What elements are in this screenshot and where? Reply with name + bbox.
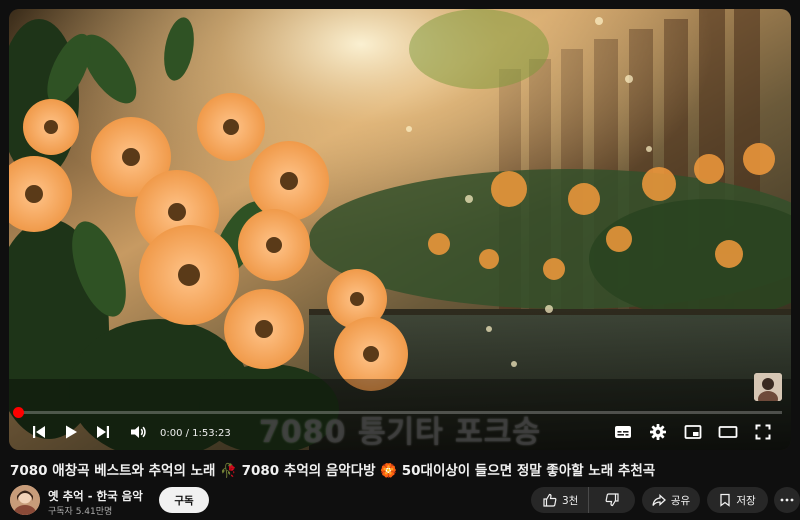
thumbs-down-icon <box>605 493 619 507</box>
dislike-button[interactable] <box>589 487 635 513</box>
subtitles-icon[interactable] <box>611 420 635 444</box>
like-button[interactable]: 3천 <box>531 487 590 513</box>
channel-watermark[interactable] <box>754 373 782 401</box>
play-icon[interactable] <box>59 420 83 444</box>
subscribe-button[interactable]: 구독 <box>159 487 209 513</box>
video-frame <box>9 9 791 450</box>
volume-icon[interactable] <box>126 420 150 444</box>
save-label: 저장 <box>736 494 756 507</box>
subscriber-count: 구독자 5.41만명 <box>48 507 113 517</box>
share-icon <box>652 494 666 506</box>
channel-row: 옛 추억 - 한국 음악 구독자 5.41만명 구독 3천 공유 저장 <box>10 484 800 517</box>
theater-mode-icon[interactable] <box>716 420 740 444</box>
miniplayer-icon[interactable] <box>681 420 705 444</box>
share-label: 공유 <box>670 494 691 507</box>
video-title: 7080 애창곡 베스트와 추억의 노래 🥀 7080 추억의 음악다방 🏵️ … <box>10 463 656 479</box>
skip-previous-icon[interactable] <box>27 420 51 444</box>
channel-avatar[interactable] <box>10 485 40 515</box>
save-button[interactable]: 저장 <box>707 487 768 513</box>
player-controls: 0:00 / 1:53:23 <box>9 414 791 450</box>
skip-next-icon[interactable] <box>91 420 115 444</box>
time-display: 0:00 / 1:53:23 <box>160 428 231 439</box>
like-count: 3천 <box>562 494 579 507</box>
bookmark-icon <box>720 493 730 507</box>
thumbs-up-icon <box>543 493 557 507</box>
channel-name[interactable]: 옛 추억 - 한국 음악 <box>48 488 143 504</box>
video-player[interactable]: 7080 통기타 포크송 0:00 / 1:53:23 <box>9 9 791 450</box>
like-dislike-group: 3천 <box>531 487 635 513</box>
share-button[interactable]: 공유 <box>642 487 700 513</box>
fullscreen-icon[interactable] <box>751 420 775 444</box>
more-actions-button[interactable] <box>774 487 800 513</box>
more-horizontal-icon <box>780 498 794 502</box>
gear-icon[interactable] <box>646 420 670 444</box>
